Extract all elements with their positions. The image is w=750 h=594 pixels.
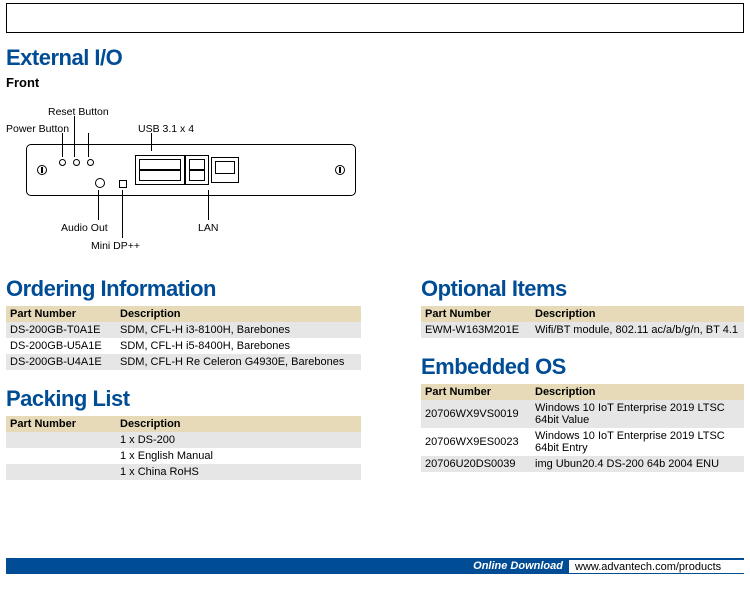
cell-pn: DS-200GB-U5A1E (6, 338, 116, 354)
cell-pn: DS-200GB-T0A1E (6, 322, 116, 338)
cell-desc: img Ubun20.4 DS-200 64b 2004 ENU (531, 456, 744, 472)
lan-port-icon (211, 157, 239, 183)
table-row: 20706WX9VS0019Windows 10 IoT Enterprise … (421, 400, 744, 428)
cell-desc: 1 x China RoHS (116, 464, 361, 480)
leader-line (98, 190, 99, 220)
section-ordering-information: Ordering Information Part NumberDescript… (6, 276, 361, 370)
heading-packing-list: Packing List (6, 386, 361, 412)
cell-desc: SDM, CFL-H i5-8400H, Barebones (116, 338, 361, 354)
power-button-icon (59, 159, 66, 166)
cell-pn: 20706WX9VS0019 (421, 400, 531, 428)
cell-pn: EWM-W163M201E (421, 322, 531, 338)
heading-external-io: External I/O (6, 45, 744, 71)
leader-line (88, 133, 89, 157)
table-row: DS-200GB-T0A1ESDM, CFL-H i3-8100H, Bareb… (6, 322, 361, 338)
table-row: 20706WX9ES0023Windows 10 IoT Enterprise … (421, 428, 744, 456)
screw-icon (335, 165, 345, 175)
device-outline (26, 144, 356, 196)
table-row: 20706U20DS0039img Ubun20.4 DS-200 64b 20… (421, 456, 744, 472)
heading-optional-items: Optional Items (421, 276, 744, 302)
label-mini-dp: Mini DP++ (91, 240, 140, 252)
cell-pn: 20706WX9ES0023 (421, 428, 531, 456)
cell-desc: 1 x English Manual (116, 448, 361, 464)
th-part-number: Part Number (421, 306, 531, 322)
leader-line (151, 133, 152, 151)
table-row: 1 x English Manual (6, 448, 361, 464)
footer-label: Online Download (467, 560, 569, 572)
cell-desc: 1 x DS-200 (116, 432, 361, 448)
cell-desc: Windows 10 IoT Enterprise 2019 LTSC 64bi… (531, 400, 744, 428)
front-io-diagram: Reset Button Power Button USB 3.1 x 4 Au… (6, 96, 366, 256)
heading-embedded-os: Embedded OS (421, 354, 744, 380)
label-power-button: Power Button (6, 123, 69, 135)
cell-pn (6, 448, 116, 464)
th-description: Description (531, 306, 744, 322)
heading-ordering-information: Ordering Information (6, 276, 361, 302)
th-description: Description (116, 306, 361, 322)
table-embedded-os: Part NumberDescription 20706WX9VS0019Win… (421, 384, 744, 472)
section-embedded-os: Embedded OS Part NumberDescription 20706… (421, 354, 744, 472)
mini-dp-icon (119, 180, 127, 188)
footer-url[interactable]: www.advantech.com/products (569, 560, 744, 573)
section-packing-list: Packing List Part NumberDescription 1 x … (6, 386, 361, 480)
leader-line (62, 133, 63, 157)
table-ordering-information: Part NumberDescription DS-200GB-T0A1ESDM… (6, 306, 361, 370)
label-reset-button: Reset Button (48, 106, 109, 118)
label-usb: USB 3.1 x 4 (138, 123, 194, 135)
leader-line (74, 116, 75, 157)
cell-pn (6, 464, 116, 480)
audio-jack-icon (95, 178, 105, 188)
label-audio-out: Audio Out (61, 222, 108, 234)
th-part-number: Part Number (6, 306, 116, 322)
cell-pn: DS-200GB-U4A1E (6, 354, 116, 370)
screw-icon (37, 165, 47, 175)
table-row: DS-200GB-U5A1ESDM, CFL-H i5-8400H, Bareb… (6, 338, 361, 354)
usb-ports-icon (185, 155, 209, 185)
label-lan: LAN (198, 222, 218, 234)
spec-box-placeholder (6, 3, 744, 33)
th-part-number: Part Number (6, 416, 116, 432)
table-row: EWM-W163M201EWifi/BT module, 802.11 ac/a… (421, 322, 744, 338)
cell-desc: Wifi/BT module, 802.11 ac/a/b/g/n, BT 4.… (531, 322, 744, 338)
reset-button-icon (73, 159, 80, 166)
section-optional-items: Optional Items Part NumberDescription EW… (421, 276, 744, 338)
table-row: DS-200GB-U4A1ESDM, CFL-H Re Celeron G493… (6, 354, 361, 370)
footer-bar: Online Download www.advantech.com/produc… (6, 558, 744, 574)
subheading-front: Front (6, 75, 744, 90)
aux-button-icon (87, 159, 94, 166)
leader-line (208, 190, 209, 220)
th-description: Description (531, 384, 744, 400)
cell-desc: Windows 10 IoT Enterprise 2019 LTSC 64bi… (531, 428, 744, 456)
table-row: 1 x DS-200 (6, 432, 361, 448)
cell-pn: 20706U20DS0039 (421, 456, 531, 472)
table-optional-items: Part NumberDescription EWM-W163M201EWifi… (421, 306, 744, 338)
cell-pn (6, 432, 116, 448)
cell-desc: SDM, CFL-H i3-8100H, Barebones (116, 322, 361, 338)
usb-ports-icon (135, 155, 185, 185)
th-description: Description (116, 416, 361, 432)
leader-line (122, 190, 123, 238)
th-part-number: Part Number (421, 384, 531, 400)
table-packing-list: Part NumberDescription 1 x DS-200 1 x En… (6, 416, 361, 480)
table-row: 1 x China RoHS (6, 464, 361, 480)
cell-desc: SDM, CFL-H Re Celeron G4930E, Barebones (116, 354, 361, 370)
